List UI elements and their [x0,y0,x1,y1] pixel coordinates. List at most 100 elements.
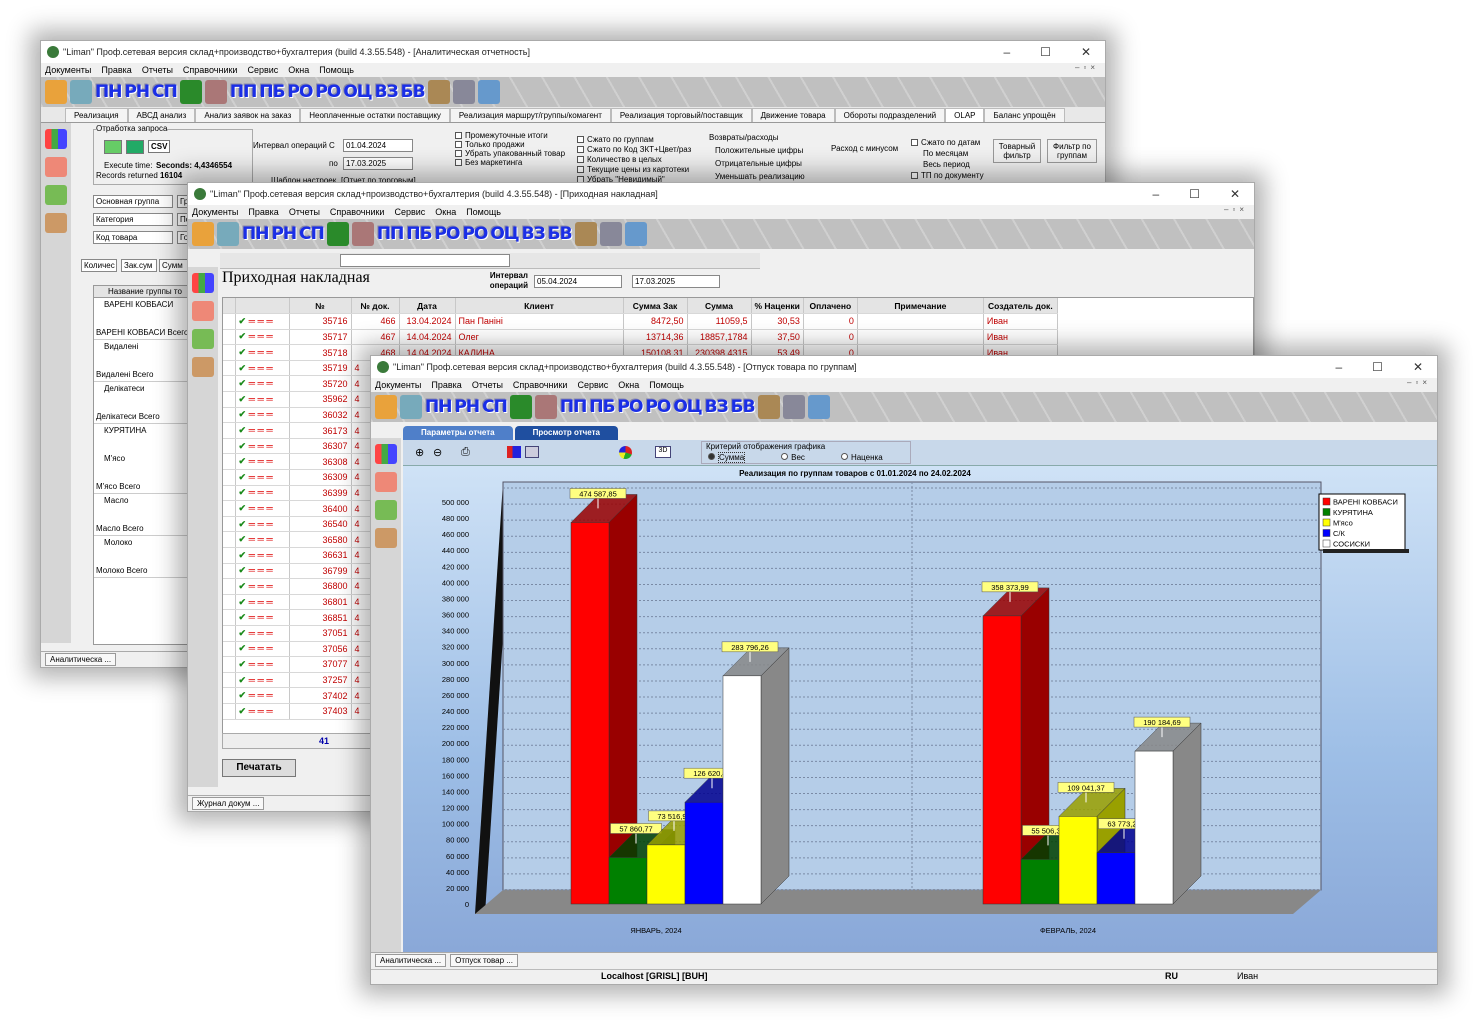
document-icon[interactable] [217,222,239,246]
toolbar-button[interactable]: БВ [731,395,756,419]
tab-report[interactable]: Неоплаченные остатки поставщику [300,108,450,122]
monitor-icon[interactable] [477,80,500,104]
pencil-icon[interactable] [204,80,227,104]
group-filter-button[interactable]: Фильтр по группам [1047,139,1097,163]
toolbar-button[interactable]: ПН [95,80,122,104]
toolbar-button[interactable]: ВЗ [375,80,399,104]
toolbar-button[interactable]: СП [482,395,508,419]
table-row[interactable]: ✔ ═ ═ ═ 35717 467 14.04.2024 Олег 13714,36 188… [223,329,1058,346]
minimize-icon[interactable]: – [1003,45,1010,59]
column-chart-icon[interactable] [525,446,539,458]
bar[interactable] [608,857,648,905]
mdi-controls-icon[interactable]: –▫× [1075,63,1099,72]
tab-report[interactable]: Обороты подразделений [834,108,946,122]
toolbar-button[interactable]: ПБ [589,395,615,419]
bar[interactable] [1096,852,1136,905]
users-icon[interactable] [45,213,67,233]
toolbar-button[interactable]: СП [152,80,178,104]
date-from-input[interactable]: 01.04.2024 [343,139,413,152]
toolbar-button[interactable]: РО [288,80,314,104]
window-controls[interactable]: – ☐ ✕ [1003,45,1105,59]
chart-icon[interactable] [45,129,67,149]
arrow-icon[interactable] [45,185,67,205]
bar[interactable] [1020,859,1060,905]
status-tab-report[interactable]: Отпуск товар ... [450,954,518,967]
date-to-input[interactable]: 17.03.2025 [632,275,720,288]
pencil-icon[interactable] [351,222,374,246]
money-icon[interactable] [179,80,202,104]
bar[interactable] [684,801,724,905]
print-icon[interactable]: ⎙ [461,446,470,459]
chart-icon[interactable] [192,273,214,293]
toolbar-button[interactable]: ПН [425,395,452,419]
radio-icon[interactable] [781,453,789,460]
date-from-input[interactable]: 05.04.2024 [534,275,622,288]
home-icon[interactable] [192,301,214,321]
print-button[interactable]: Печатать [222,759,296,777]
radio-icon[interactable] [840,453,848,460]
column-header[interactable]: Примечание [857,298,984,315]
column-header[interactable]: Сумма Зак [623,298,688,315]
menu-item[interactable]: Сервис [577,380,608,390]
menu-item[interactable]: Помощь [466,207,501,217]
table-row[interactable]: ✔ ═ ═ ═ 35716 466 13.04.2024 Пан Паніні 8472,… [223,313,1058,330]
csv-button[interactable]: CSV [148,140,171,153]
window-controls[interactable]: – ☐ ✕ [1152,187,1254,201]
toolbar-button[interactable]: РО [618,395,644,419]
checkbox[interactable] [577,136,584,144]
menu-item[interactable]: Сервис [247,65,278,75]
menu-item[interactable]: Сервис [394,207,425,217]
menu-item[interactable]: Справочники [513,380,568,390]
maximize-icon[interactable]: ☐ [1372,360,1383,374]
goods-filter-button[interactable]: Товарный фильтр [993,139,1041,163]
menu-item[interactable]: Документы [375,380,421,390]
checkbox[interactable] [577,146,584,154]
money-icon[interactable] [326,222,349,246]
pie-chart-icon[interactable] [619,446,632,459]
toolbar-button[interactable]: РО [315,80,341,104]
excel-icon[interactable] [126,140,144,154]
toolbar-button[interactable]: ВЗ [705,395,729,419]
radio-option[interactable]: Отрицательные цифры [715,159,802,168]
monitor-icon[interactable] [624,222,647,246]
arrow-icon[interactable] [192,329,214,349]
menu-item[interactable]: Справочники [183,65,238,75]
toolbar-button[interactable]: СП [299,222,325,246]
maximize-icon[interactable]: ☐ [1040,45,1051,59]
dates-check[interactable]: Сжато по датам [921,138,980,147]
mdi-controls-icon[interactable]: –▫× [1224,205,1248,214]
tools-icon[interactable] [427,80,450,104]
zoom-in-icon[interactable]: ⊕ [415,446,424,459]
bar[interactable] [646,844,686,905]
3d-toggle-icon[interactable]: 3D [655,446,671,458]
close-icon[interactable]: ✕ [1413,360,1423,374]
menu-item[interactable]: Окна [288,65,309,75]
checkbox[interactable] [455,141,462,149]
column-header[interactable]: Оплачено [803,298,858,315]
help-icon[interactable] [599,222,622,246]
tab-report[interactable]: Анализ заявок на заказ [195,108,301,122]
tab-report[interactable]: Движение товара [751,108,835,122]
bar[interactable] [1058,816,1098,905]
users-icon[interactable] [375,528,397,548]
tab-report[interactable]: Реализация торговый/поставщик [610,108,752,122]
tab-report[interactable]: Баланс упрощён [984,108,1065,122]
column-header[interactable]: Дата [399,298,456,315]
tab-view[interactable]: Просмотр отчета [514,426,618,440]
toolbar-button[interactable]: РО [462,222,488,246]
criteria-option[interactable]: Вес [791,453,805,462]
calendar-icon[interactable] [375,395,397,419]
tools-icon[interactable] [574,222,597,246]
criteria-option[interactable]: Сумма [718,452,746,463]
menu-item[interactable]: Справочники [330,207,385,217]
menu-item[interactable]: Документы [45,65,91,75]
radio-option[interactable]: Весь период [923,160,970,169]
money-icon[interactable] [509,395,532,419]
menu-item[interactable]: Помощь [319,65,354,75]
menu-item[interactable]: Отчеты [142,65,173,75]
bar[interactable] [1134,750,1174,905]
toolbar-button[interactable]: РН [271,222,297,246]
close-icon[interactable]: ✕ [1081,45,1091,59]
tab-params[interactable]: Параметры отчета [403,426,513,440]
column-header[interactable]: № док. [351,298,400,315]
